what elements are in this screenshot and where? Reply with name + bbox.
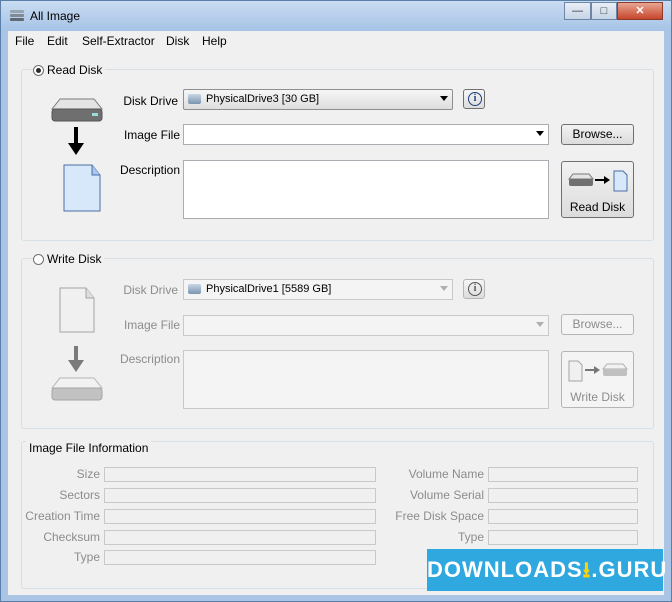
read-disk-drive-value: PhysicalDrive3 [30 GB] bbox=[206, 93, 320, 105]
menu-self-extractor[interactable]: Self-Extractor bbox=[82, 34, 155, 48]
minimize-button[interactable]: — bbox=[564, 2, 591, 20]
write-disk-button[interactable]: Write Disk bbox=[561, 351, 634, 408]
title-bar[interactable]: All Image — □ ✕ bbox=[1, 1, 671, 31]
chevron-down-icon[interactable] bbox=[536, 131, 544, 136]
write-disk-drive-value: PhysicalDrive1 [5589 GB] bbox=[206, 283, 332, 295]
info-type-field bbox=[104, 550, 376, 565]
menu-disk[interactable]: Disk bbox=[166, 34, 189, 48]
info-volume-name-field bbox=[488, 467, 638, 482]
info-volume-serial-field bbox=[488, 488, 638, 503]
drive-small-icon bbox=[188, 284, 201, 294]
write-description-input[interactable] bbox=[183, 350, 549, 409]
info-sectors-field bbox=[104, 488, 376, 503]
menu-bar: File Edit Self-Extractor Disk Help bbox=[8, 31, 664, 51]
write-flow-illustration bbox=[50, 287, 104, 401]
write-disk-radio[interactable] bbox=[33, 254, 44, 265]
drive-icon bbox=[50, 377, 104, 401]
info-size-label: Size bbox=[76, 467, 100, 481]
info-free-disk-space-field bbox=[488, 509, 638, 524]
chevron-down-icon bbox=[440, 286, 448, 291]
watermark-logo: DOWNLOADS⭳.GURU bbox=[427, 549, 666, 591]
close-button[interactable]: ✕ bbox=[617, 2, 663, 20]
read-image-file-label: Image File bbox=[123, 128, 180, 142]
read-flow-illustration bbox=[50, 98, 104, 212]
menu-help[interactable]: Help bbox=[202, 34, 227, 48]
write-disk-drive-label: Disk Drive bbox=[123, 283, 178, 297]
info-volume-serial-label: Volume Serial bbox=[409, 488, 484, 502]
read-disk-button[interactable]: Read Disk bbox=[561, 161, 634, 218]
app-window: All Image — □ ✕ File Edit Self-Extractor… bbox=[0, 0, 672, 602]
info-icon: i bbox=[468, 282, 482, 296]
file-icon bbox=[63, 164, 101, 212]
chevron-down-icon[interactable] bbox=[536, 322, 544, 327]
write-browse-button[interactable]: Browse... bbox=[561, 314, 634, 335]
read-image-file-input[interactable] bbox=[183, 124, 549, 145]
read-disk-drive-select[interactable]: PhysicalDrive3 [30 GB] bbox=[183, 89, 453, 110]
image-info-legend: Image File Information bbox=[26, 441, 152, 455]
menu-file[interactable]: File bbox=[15, 34, 34, 48]
write-disk-legend[interactable]: Write Disk bbox=[44, 252, 105, 266]
read-disk-button-label: Read Disk bbox=[569, 200, 626, 214]
read-description-label: Description bbox=[119, 163, 180, 177]
read-disk-drive-label: Disk Drive bbox=[123, 94, 178, 108]
write-image-file-input[interactable] bbox=[183, 315, 549, 336]
info-volume-type-label: Type bbox=[457, 530, 484, 544]
write-disk-button-label: Write Disk bbox=[570, 390, 625, 404]
chevron-down-icon bbox=[440, 96, 448, 101]
arrow-down-icon bbox=[68, 127, 84, 155]
main-panel: Read Disk Disk Drive PhysicalDrive3 [30 … bbox=[8, 51, 664, 595]
read-disk-radio[interactable] bbox=[33, 65, 44, 76]
info-checksum-field bbox=[104, 530, 376, 545]
info-creation-time-label: Creation Time bbox=[25, 509, 100, 523]
info-type-label: Type bbox=[73, 550, 100, 564]
maximize-button[interactable]: □ bbox=[591, 2, 617, 20]
read-disk-legend[interactable]: Read Disk bbox=[44, 63, 106, 77]
read-drive-info-button[interactable]: i bbox=[463, 89, 485, 109]
info-creation-time-field bbox=[104, 509, 376, 524]
read-description-input[interactable] bbox=[183, 160, 549, 219]
drive-small-icon bbox=[188, 94, 201, 104]
file-to-drive-icon bbox=[568, 360, 629, 382]
info-sectors-label: Sectors bbox=[59, 488, 100, 502]
write-disk-drive-select[interactable]: PhysicalDrive1 [5589 GB] bbox=[183, 279, 453, 300]
info-size-field bbox=[104, 467, 376, 482]
write-drive-info-button[interactable]: i bbox=[463, 279, 485, 299]
info-checksum-label: Checksum bbox=[43, 530, 100, 544]
read-browse-button[interactable]: Browse... bbox=[561, 124, 634, 145]
arrow-down-icon bbox=[68, 346, 84, 372]
info-free-disk-space-label: Free Disk Space bbox=[395, 509, 484, 523]
info-icon: i bbox=[468, 92, 482, 106]
drive-to-file-icon bbox=[567, 170, 628, 192]
write-description-label: Description bbox=[119, 352, 180, 366]
file-icon bbox=[59, 287, 95, 333]
write-image-file-label: Image File bbox=[123, 318, 180, 332]
menu-edit[interactable]: Edit bbox=[47, 34, 68, 48]
app-icon bbox=[10, 10, 24, 21]
drive-icon bbox=[50, 98, 104, 122]
info-volume-type-field bbox=[488, 530, 638, 545]
window-title: All Image bbox=[30, 9, 81, 23]
watermark-suffix: .GURU bbox=[591, 557, 668, 582]
info-volume-name-label: Volume Name bbox=[408, 467, 484, 481]
watermark-text: DOWNLOADS bbox=[427, 557, 583, 582]
